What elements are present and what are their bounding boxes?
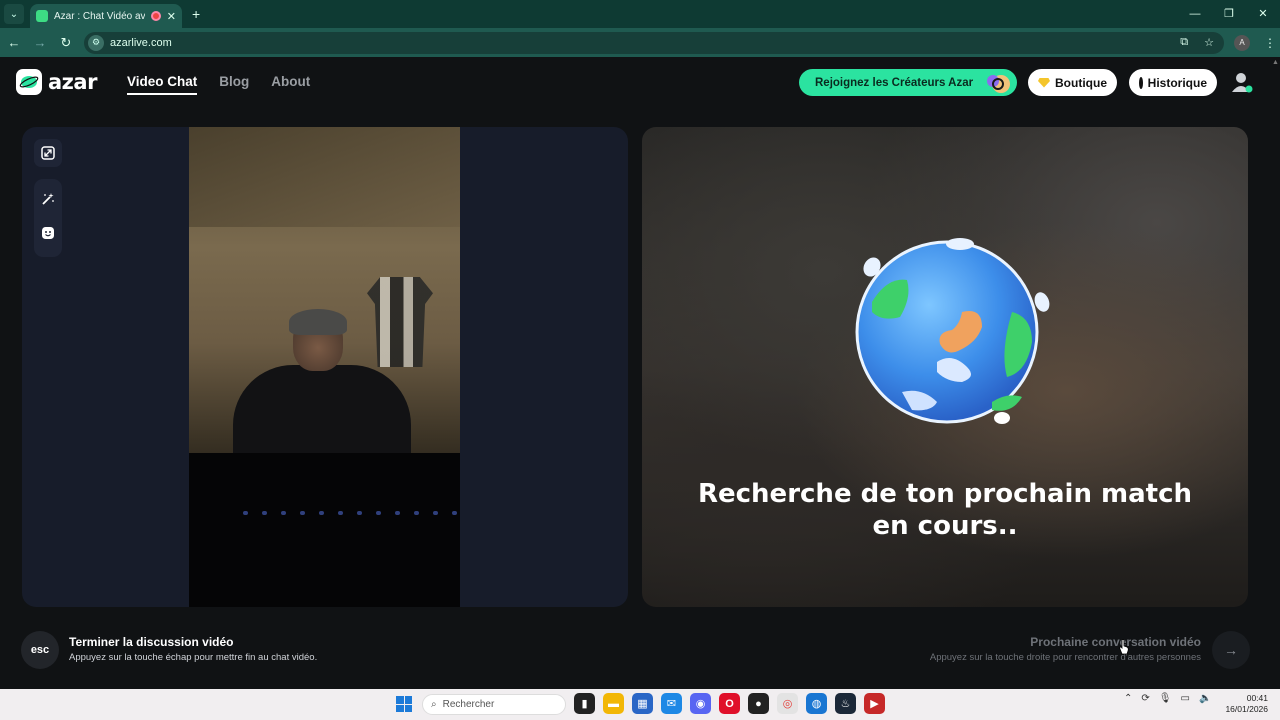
search-icon: ⌕ [431, 699, 437, 710]
taskbar-apps: ▮ ▬ ▦ ✉ ◉ O ● ◎ ◍ ♨ ▶ [574, 693, 885, 714]
history-button[interactable]: Historique [1129, 69, 1217, 96]
messenger-icon[interactable]: ● [748, 693, 769, 714]
azar-logo-icon [16, 69, 42, 95]
searching-status-text: Recherche de ton prochain match en cours… [697, 479, 1192, 541]
display-icon[interactable]: ▭ [1180, 693, 1189, 704]
install-app-icon[interactable]: ⧉ [1180, 36, 1188, 49]
tab-title: Azar : Chat Vidéo avec de n [54, 10, 145, 22]
url-text[interactable]: azarlive.com [110, 37, 1174, 49]
end-chat-hint: Appuyez sur la touche échap pour mettre … [69, 652, 318, 663]
end-chat-button[interactable]: esc [21, 631, 59, 669]
smiley-icon [42, 227, 54, 239]
steam-icon[interactable]: ♨ [835, 693, 856, 714]
minimize-button[interactable]: — [1178, 0, 1212, 28]
outlook-icon[interactable]: ✉ [661, 693, 682, 714]
window-controls: — ❐ ✕ [1178, 0, 1280, 28]
creators-label: Rejoignez les Créateurs Azar [815, 76, 974, 89]
mouse-cursor-icon [1119, 639, 1129, 655]
volume-icon[interactable]: 🔈 [1199, 693, 1211, 704]
sync-icon[interactable]: ⟳ [1141, 693, 1149, 704]
browser-menu-icon[interactable]: ⋮ [1264, 36, 1276, 50]
reload-icon[interactable]: ↻ [54, 35, 78, 51]
beauty-filter-button[interactable] [34, 185, 62, 213]
shop-label: Boutique [1055, 75, 1107, 90]
browser-tab-bar: ⌄ Azar : Chat Vidéo avec de n ✕ + — ❐ ✕ [0, 0, 1280, 28]
task-view-icon[interactable]: ▮ [574, 693, 595, 714]
opera-icon[interactable]: O [719, 693, 740, 714]
main-nav: Video Chat Blog About [127, 74, 310, 95]
magic-wand-icon [42, 193, 54, 205]
file-explorer-icon[interactable]: ▬ [603, 693, 624, 714]
nav-blog[interactable]: Blog [219, 74, 249, 95]
join-creators-button[interactable]: Rejoignez les Créateurs Azar [799, 69, 1017, 96]
fullscreen-button[interactable] [34, 139, 62, 167]
clock-date: 16/01/2026 [1225, 704, 1268, 714]
tray-chevron-icon[interactable]: ⌃ [1124, 693, 1132, 704]
windows-start-icon[interactable] [396, 696, 412, 712]
close-window-button[interactable]: ✕ [1246, 0, 1280, 28]
omnibox[interactable]: ⚙ azarlive.com ⧉ ☆ [84, 31, 1224, 54]
tab-search-icon[interactable]: ⌄ [4, 4, 24, 24]
next-chat-button[interactable]: → [1212, 631, 1250, 669]
webcam-feed [189, 127, 460, 607]
discord-icon[interactable]: ◉ [690, 693, 711, 714]
next-chat-hint: Appuyez sur la touche droite pour rencon… [929, 652, 1201, 663]
mask-effect-button[interactable] [34, 219, 62, 247]
creators-emoji-icon [987, 75, 1010, 93]
globe-icon [855, 238, 1050, 424]
azar-logo[interactable]: azar [16, 69, 97, 95]
clock-time: 00:41 [1246, 693, 1268, 703]
store-icon[interactable]: ▦ [632, 693, 653, 714]
tab-close-icon[interactable]: ✕ [167, 10, 176, 23]
shop-button[interactable]: Boutique [1028, 69, 1117, 96]
effects-group [34, 179, 62, 257]
user-profile-icon[interactable] [1230, 70, 1254, 94]
person-cap [289, 309, 347, 335]
expand-icon [41, 146, 55, 160]
windows-taskbar: ⌕ Rechercher ▮ ▬ ▦ ✉ ◉ O ● ◎ ◍ ♨ ▶ ⌃ ⟳ 🎙… [0, 689, 1280, 720]
taskbar-search-placeholder: Rechercher [442, 699, 495, 710]
recording-icon [150, 11, 161, 21]
nav-about[interactable]: About [271, 74, 310, 95]
jersey-on-wall [367, 277, 433, 367]
recorder-icon[interactable]: ▶ [864, 693, 885, 714]
microphone-icon[interactable]: 🎙 [1159, 693, 1172, 704]
browser-profile-avatar[interactable]: A [1234, 34, 1250, 51]
history-label: Historique [1147, 75, 1207, 90]
restore-button[interactable]: ❐ [1212, 0, 1246, 28]
taskbar-search[interactable]: ⌕ Rechercher [422, 694, 566, 715]
forward-arrow-icon[interactable]: → [28, 35, 52, 50]
azar-site: azar Video Chat Blog About Rejoignez les… [0, 57, 1280, 689]
next-chat-title: Prochaine conversation vidéo [1030, 635, 1201, 649]
chrome-icon[interactable]: ◎ [777, 693, 798, 714]
taskbar-clock[interactable]: 00:41 16/01/2026 [1225, 693, 1268, 715]
nav-video-chat[interactable]: Video Chat [127, 74, 198, 95]
end-chat-title: Terminer la discussion vidéo [69, 635, 234, 649]
azar-favicon-icon [36, 10, 48, 22]
video-tools [34, 139, 62, 257]
address-bar: ← → ↻ ⚙ azarlive.com ⧉ ☆ A ⋮ [0, 28, 1280, 57]
logo-text: azar [48, 70, 97, 94]
desk [189, 453, 460, 607]
browser-tab-active[interactable]: Azar : Chat Vidéo avec de n ✕ [30, 4, 182, 28]
system-tray: ⌃ ⟳ 🎙 ▭ 🔈 [1124, 693, 1211, 704]
site-info-icon[interactable]: ⚙ [88, 34, 104, 51]
back-arrow-icon[interactable]: ← [2, 35, 26, 50]
self-video-panel [22, 127, 628, 607]
app-icon[interactable]: ◍ [806, 693, 827, 714]
partner-video-panel: Recherche de ton prochain match en cours… [642, 127, 1248, 607]
bookmark-star-icon[interactable]: ☆ [1204, 36, 1214, 49]
page-scrollbar[interactable]: ▲ [1272, 59, 1279, 66]
new-tab-button[interactable]: + [192, 6, 200, 22]
clock-icon [1139, 76, 1145, 89]
diamond-icon [1038, 77, 1050, 88]
keyboard-leds [243, 511, 457, 515]
